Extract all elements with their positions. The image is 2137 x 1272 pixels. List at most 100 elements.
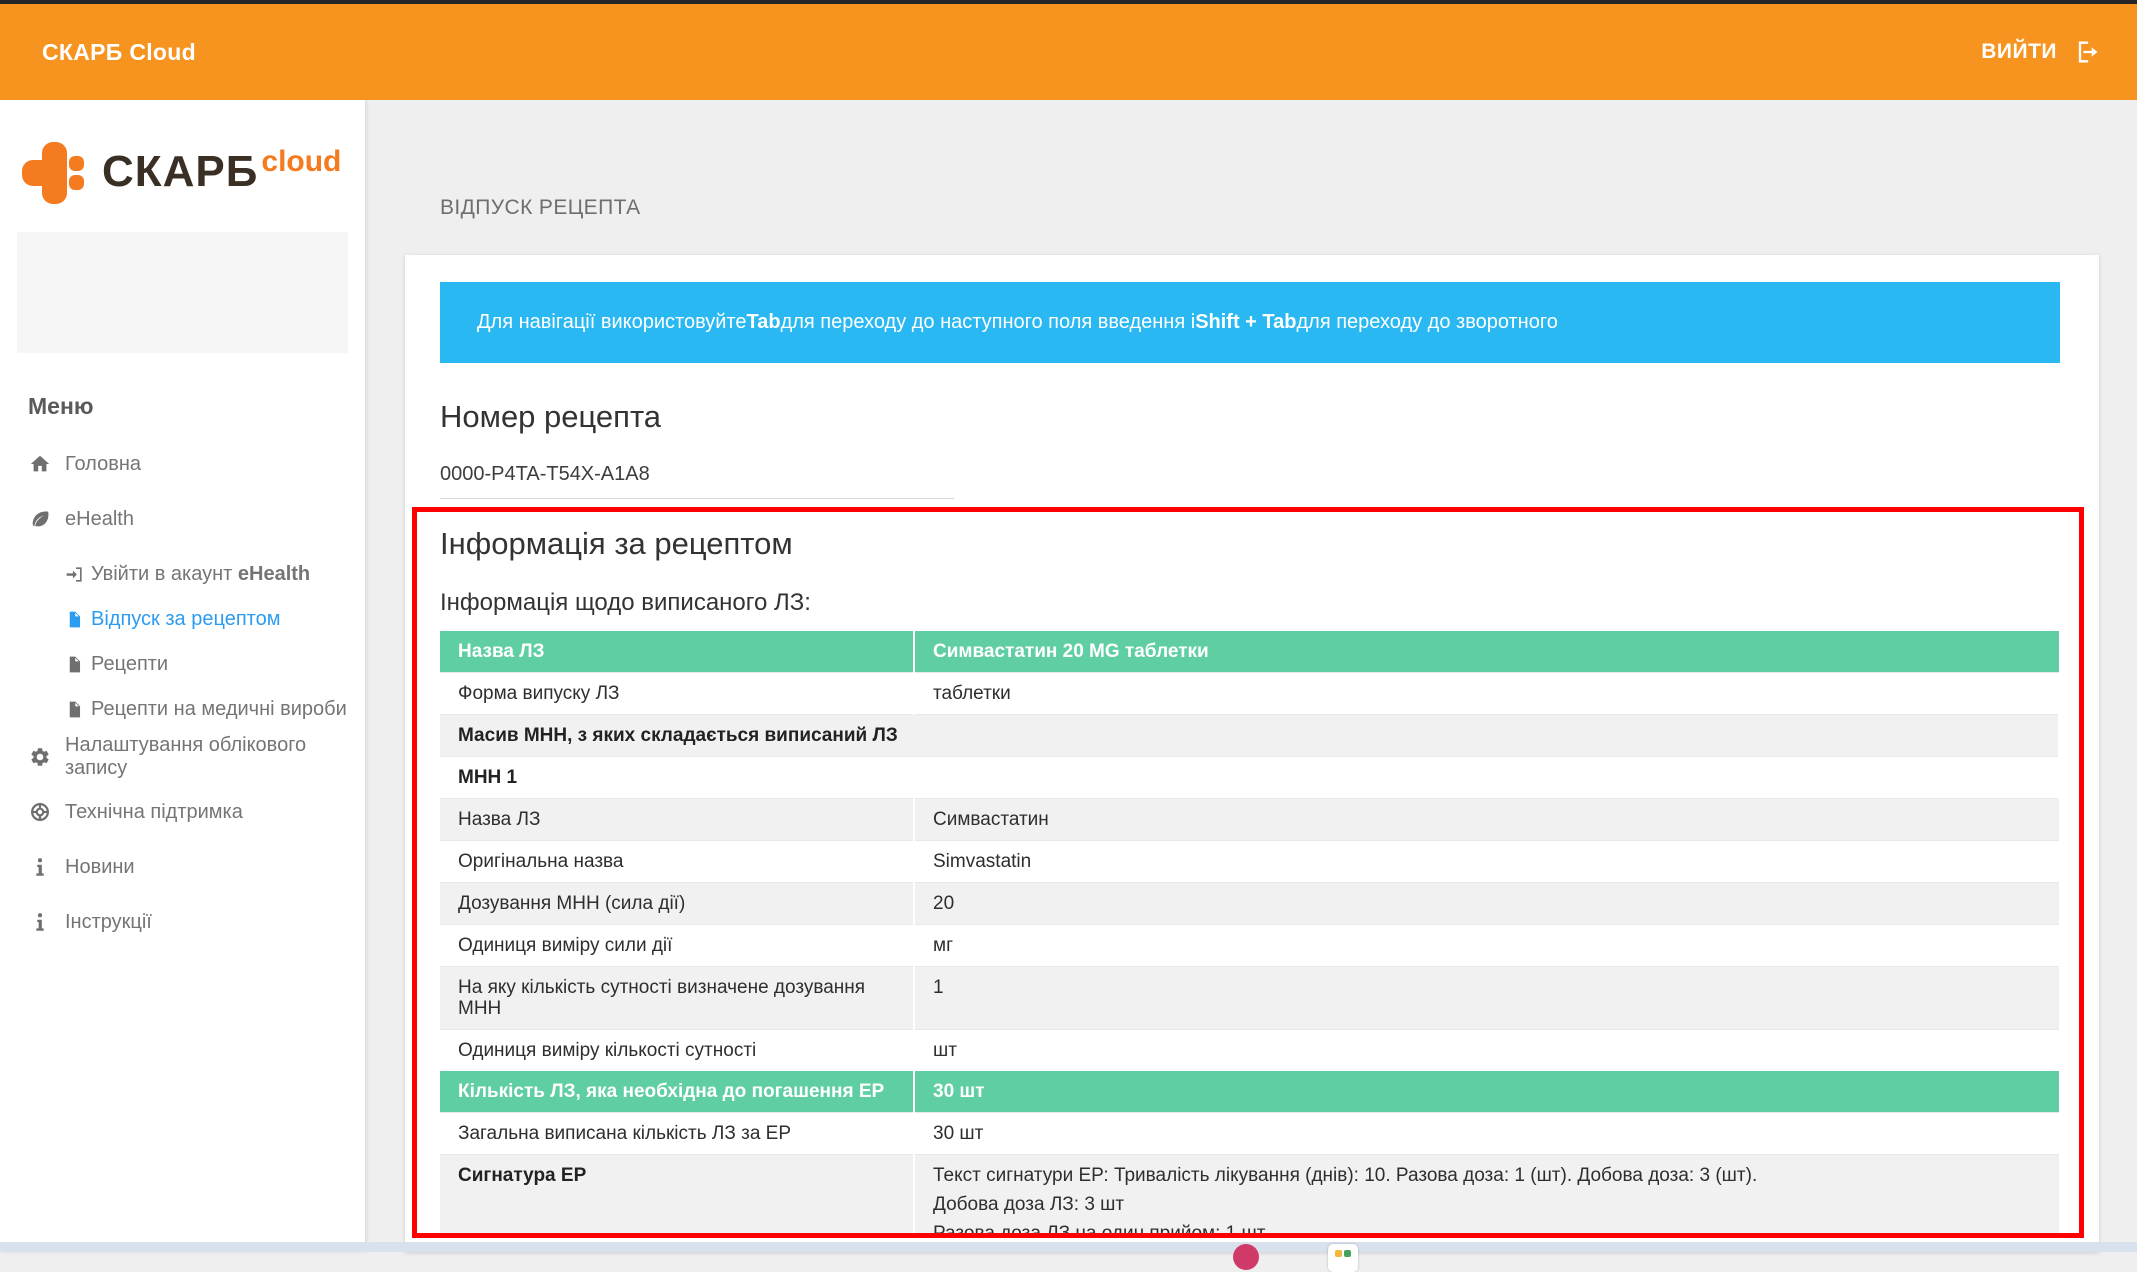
row-value-line: Разова доза ЛЗ на один прийом: 1 шт xyxy=(933,1223,2041,1238)
page-title: ВІДПУСК РЕЦЕПТА xyxy=(440,196,641,220)
row-label: Сигнатура ЕР xyxy=(440,1155,914,1239)
taskbar-app-icon[interactable] xyxy=(1328,1244,1358,1272)
sidebar-item-label: Налаштування облікового запису xyxy=(65,734,365,780)
sidebar-item-label: Головна xyxy=(65,453,141,476)
home-icon xyxy=(28,452,52,476)
logo-name: СКАРБ xyxy=(102,137,258,207)
table-row: Форма випуску ЛЗтаблетки xyxy=(440,673,2059,715)
navigation-hint-banner: Для навігації використовуйте Tab для пер… xyxy=(440,282,2060,363)
row-label: Масив МНН, з яких складається виписаний … xyxy=(440,715,2059,757)
row-value: Simvastatin xyxy=(914,841,2059,883)
table-row: Дозування МНН (сила дії)20 xyxy=(440,883,2059,925)
sidebar-item-головна[interactable]: Головна xyxy=(0,452,365,476)
sidebar-item-рецепти[interactable]: Рецепти xyxy=(0,652,365,676)
table-row: Оригінальна назваSimvastatin xyxy=(440,841,2059,883)
gear-icon xyxy=(28,745,52,769)
row-label: Форма випуску ЛЗ xyxy=(440,673,914,715)
recipe-number-title: Номер рецепта xyxy=(440,399,2099,435)
row-value: Симвастатин xyxy=(914,799,2059,841)
sidebar-item-ehealth[interactable]: eHealth xyxy=(0,507,365,531)
sidebar-item-label: Інструкції xyxy=(65,911,152,934)
sidebar-item-label: Увійти в акаунт eHealth xyxy=(91,563,310,586)
sidebar-item-label: Новини xyxy=(65,856,135,879)
sidebar-item-новини[interactable]: Новини xyxy=(0,855,365,879)
info-icon xyxy=(28,910,52,934)
row-label: Загальна виписана кількість ЛЗ за ЕР xyxy=(440,1113,914,1155)
row-label: МНН 1 xyxy=(440,757,2059,799)
banner-text-segment: для переходу до наступного поля введення… xyxy=(781,311,1196,334)
row-value: шт xyxy=(914,1030,2059,1072)
leaf-icon xyxy=(28,507,52,531)
sidebar-item-технічна-підтримка[interactable]: Технічна підтримка xyxy=(0,800,365,824)
sidebar-item-рецепти-на-медичні-вироби[interactable]: Рецепти на медичні вироби xyxy=(0,697,365,721)
sidebar-item-увійти-в-акаунт[interactable]: Увійти в акаунт eHealth xyxy=(0,562,365,586)
table-row: МНН 1 xyxy=(440,757,2059,799)
row-label: На яку кількість сутності визначене дозу… xyxy=(440,967,914,1030)
logo-suffix: cloud xyxy=(261,137,341,179)
banner-text-segment: Для навігації використовуйте xyxy=(477,311,747,334)
table-row: Кількість ЛЗ, яка необхідна до погашення… xyxy=(440,1071,2059,1113)
content-card: Для навігації використовуйте Tab для пер… xyxy=(405,255,2099,1252)
sidebar-nav: Головна eHealth Увійти в акаунт eHealth Від… xyxy=(0,452,365,965)
row-value: мг xyxy=(914,925,2059,967)
file-icon xyxy=(64,699,84,719)
table-row: Назва ЛЗСимвастатин 20 MG таблетки xyxy=(440,631,2059,673)
sign-out-icon xyxy=(2073,38,2101,66)
sidebar-item-label: Рецепти xyxy=(91,653,168,676)
file-icon xyxy=(64,654,84,674)
sidebar: СКАРБ cloud Меню Головна eHealth Увійти в … xyxy=(0,100,365,1252)
prescribed-drug-table: Назва ЛЗСимвастатин 20 MG таблеткиФорма … xyxy=(440,631,2060,1238)
sidebar-item-label: Відпуск за рецептом xyxy=(91,608,280,631)
sidebar-item-інструкції[interactable]: Інструкції xyxy=(0,910,365,934)
row-value: 30 шт xyxy=(914,1113,2059,1155)
skarb-logo-icon xyxy=(18,137,90,209)
table-row: Одиниця виміру кількості сутностішт xyxy=(440,1030,2059,1072)
row-value: Текст сигнатури ЕР: Тривалість лікування… xyxy=(914,1155,2059,1239)
row-label: Одиниця виміру кількості сутності xyxy=(440,1030,914,1072)
row-label: Оригінальна назва xyxy=(440,841,914,883)
row-label: Кількість ЛЗ, яка необхідна до погашення… xyxy=(440,1071,914,1113)
file-icon xyxy=(64,609,84,629)
table-row: Загальна виписана кількість ЛЗ за ЕР30 ш… xyxy=(440,1113,2059,1155)
life-ring-icon xyxy=(28,800,52,824)
sign-in-icon xyxy=(64,564,84,584)
row-label: Назва ЛЗ xyxy=(440,799,914,841)
sidebar-item-label: Рецепти на медичні вироби xyxy=(91,698,347,721)
prescribed-drug-subtitle: Інформація щодо виписаного ЛЗ: xyxy=(440,589,2079,617)
banner-text-segment: Tab xyxy=(747,311,781,334)
row-value: 1 xyxy=(914,967,2059,1030)
app-brand: СКАРБ Cloud xyxy=(42,39,196,66)
taskbar-app-icon[interactable] xyxy=(1233,1244,1259,1270)
app-logo: СКАРБ cloud xyxy=(18,137,341,209)
row-value: 20 xyxy=(914,883,2059,925)
row-value: 30 шт xyxy=(914,1071,2059,1113)
banner-text-segment: Shift + Tab xyxy=(1195,311,1296,334)
table-row: На яку кількість сутності визначене дозу… xyxy=(440,967,2059,1030)
recipe-info-highlight-box: Інформація за рецептом Інформація щодо в… xyxy=(412,507,2084,1238)
row-value-line: Текст сигнатури ЕР: Тривалість лікування… xyxy=(933,1165,2041,1186)
row-label: Одиниця виміру сили дії xyxy=(440,925,914,967)
topbar: СКАРБ Cloud ВИЙТИ xyxy=(0,4,2137,100)
sidebar-item-label: eHealth xyxy=(65,508,134,531)
row-value-line: Добова доза ЛЗ: 3 шт xyxy=(933,1194,2041,1215)
sidebar-item-відпуск-за-рецептом[interactable]: Відпуск за рецептом xyxy=(0,607,365,631)
logout-label: ВИЙТИ xyxy=(1981,40,2057,64)
screen-top-edge xyxy=(0,0,2137,4)
taskbar-strip xyxy=(0,1242,2137,1252)
table-row: Одиниця виміру сили діїмг xyxy=(440,925,2059,967)
sidebar-item-налаштування-облікового-запису[interactable]: Налаштування облікового запису xyxy=(0,745,365,769)
recipe-number-input[interactable] xyxy=(440,459,954,499)
info-icon xyxy=(28,855,52,879)
sidebar-item-label: Технічна підтримка xyxy=(65,801,243,824)
row-label: Дозування МНН (сила дії) xyxy=(440,883,914,925)
row-value: таблетки xyxy=(914,673,2059,715)
table-row: Масив МНН, з яких складається виписаний … xyxy=(440,715,2059,757)
menu-title: Меню xyxy=(28,393,94,420)
sidebar-placeholder-box xyxy=(17,232,348,353)
row-value: Симвастатин 20 MG таблетки xyxy=(914,631,2059,673)
table-row: Назва ЛЗСимвастатин xyxy=(440,799,2059,841)
recipe-info-title: Інформація за рецептом xyxy=(440,526,2079,562)
row-label: Назва ЛЗ xyxy=(440,631,914,673)
logout-button[interactable]: ВИЙТИ xyxy=(1981,38,2101,66)
table-row: Сигнатура ЕР Текст сигнатури ЕР: Триваліс… xyxy=(440,1155,2059,1239)
